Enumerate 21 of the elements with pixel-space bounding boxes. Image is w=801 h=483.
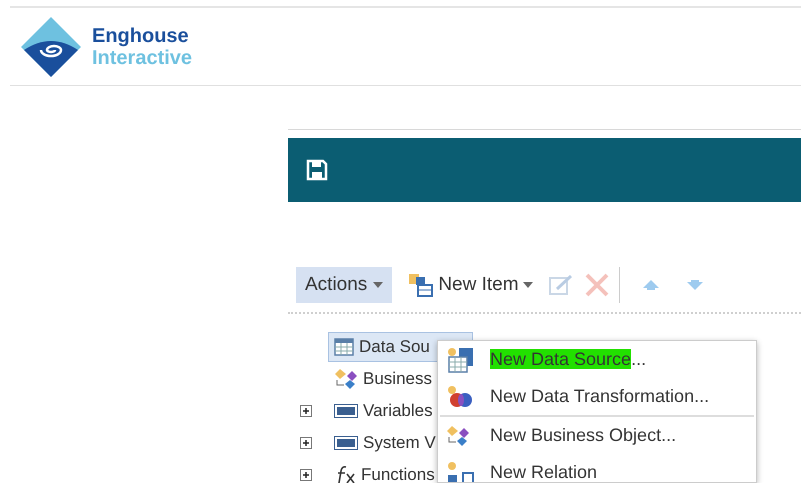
save-icon[interactable]: [306, 159, 328, 181]
tree-item[interactable]: Functions: [328, 460, 441, 483]
expand-icon[interactable]: [300, 405, 312, 417]
expand-icon[interactable]: [300, 469, 312, 481]
menu-item[interactable]: New Data Transformation...: [438, 378, 756, 415]
brand-name: Enghouse: [92, 24, 190, 46]
new-item-icon: [408, 273, 434, 297]
brand-subtitle: Interactive: [92, 46, 192, 68]
tree-item[interactable]: Variables: [328, 396, 439, 426]
actions-button[interactable]: Actions: [296, 267, 392, 303]
logo-icon: [20, 16, 82, 78]
diamonds-icon: [334, 368, 358, 390]
variable-icon: [334, 404, 358, 418]
tree-item[interactable]: Business: [328, 364, 438, 394]
variable-icon: [334, 436, 358, 450]
expand-icon[interactable]: [300, 437, 312, 449]
caret-icon: [373, 282, 384, 288]
data-source-icon: [446, 346, 476, 374]
new-item-button[interactable]: New Item: [402, 267, 539, 303]
table-icon: [334, 338, 354, 356]
caret-icon: [522, 282, 533, 288]
